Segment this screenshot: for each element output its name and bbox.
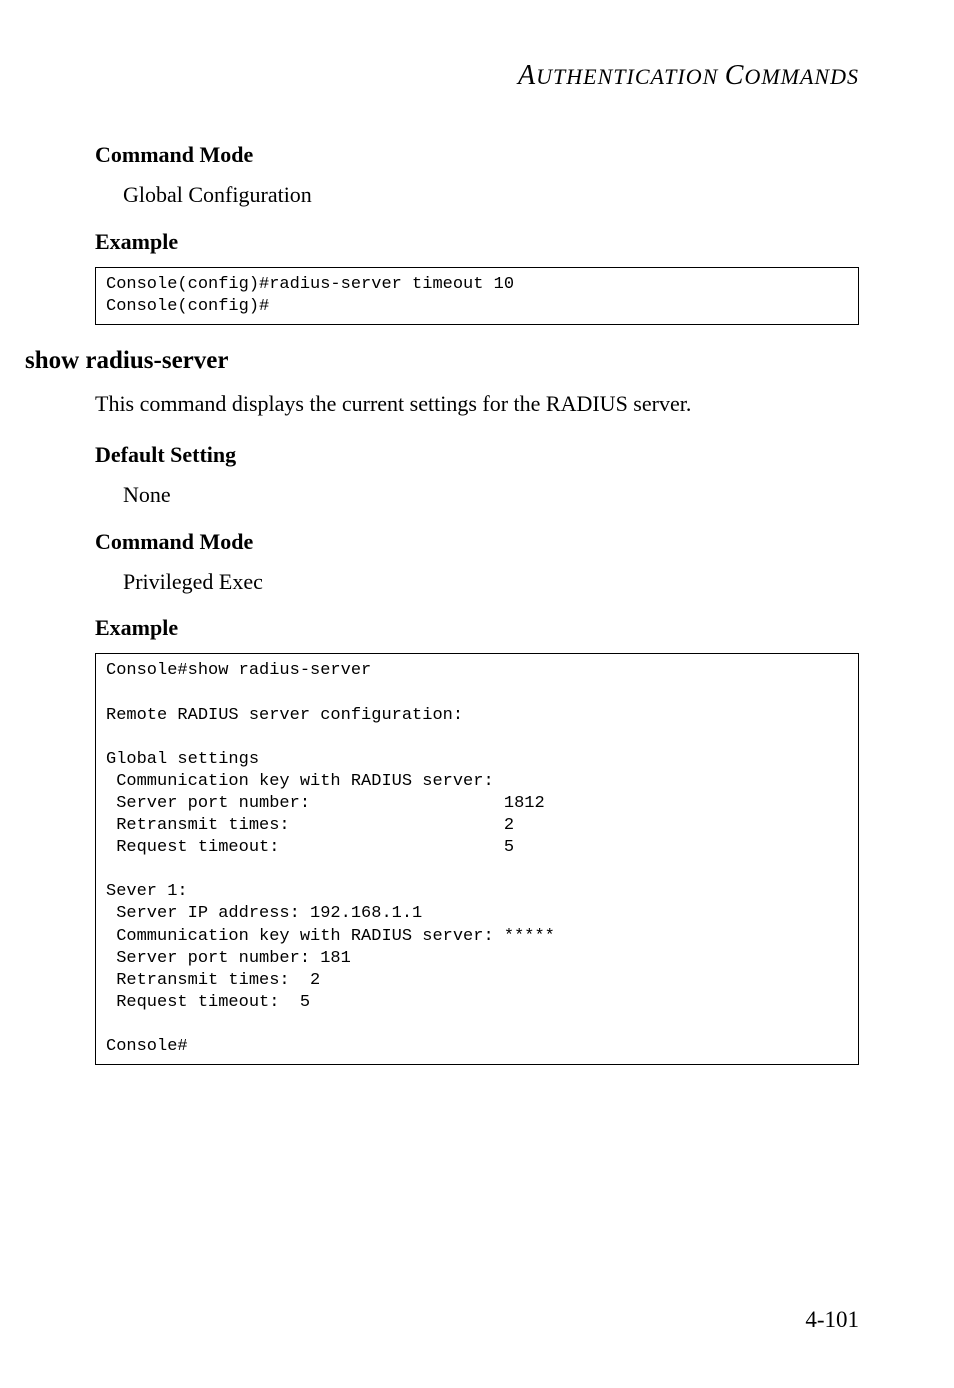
command-mode-text-1: Global Configuration xyxy=(95,180,859,211)
default-setting-text: None xyxy=(95,480,859,511)
example-heading-1: Example xyxy=(95,229,859,255)
command-mode-heading-2: Command Mode xyxy=(95,529,859,555)
page-header: AUTHENTICATION COMMANDS xyxy=(95,60,859,92)
code-block-1: Console(config)#radius-server timeout 10… xyxy=(95,267,859,325)
code-block-2: Console#show radius-server Remote RADIUS… xyxy=(95,653,859,1065)
command-mode-heading-1: Command Mode xyxy=(95,142,859,168)
header-title-rest: UTHENTICATION xyxy=(536,64,725,89)
subsection-title: show radius-server xyxy=(25,347,859,375)
subsection-description: This command displays the current settin… xyxy=(95,389,859,420)
command-mode-text-2: Privileged Exec xyxy=(95,567,859,598)
default-setting-heading: Default Setting xyxy=(95,442,859,468)
example-heading-2: Example xyxy=(95,615,859,641)
page-number: 4-101 xyxy=(805,1307,859,1333)
